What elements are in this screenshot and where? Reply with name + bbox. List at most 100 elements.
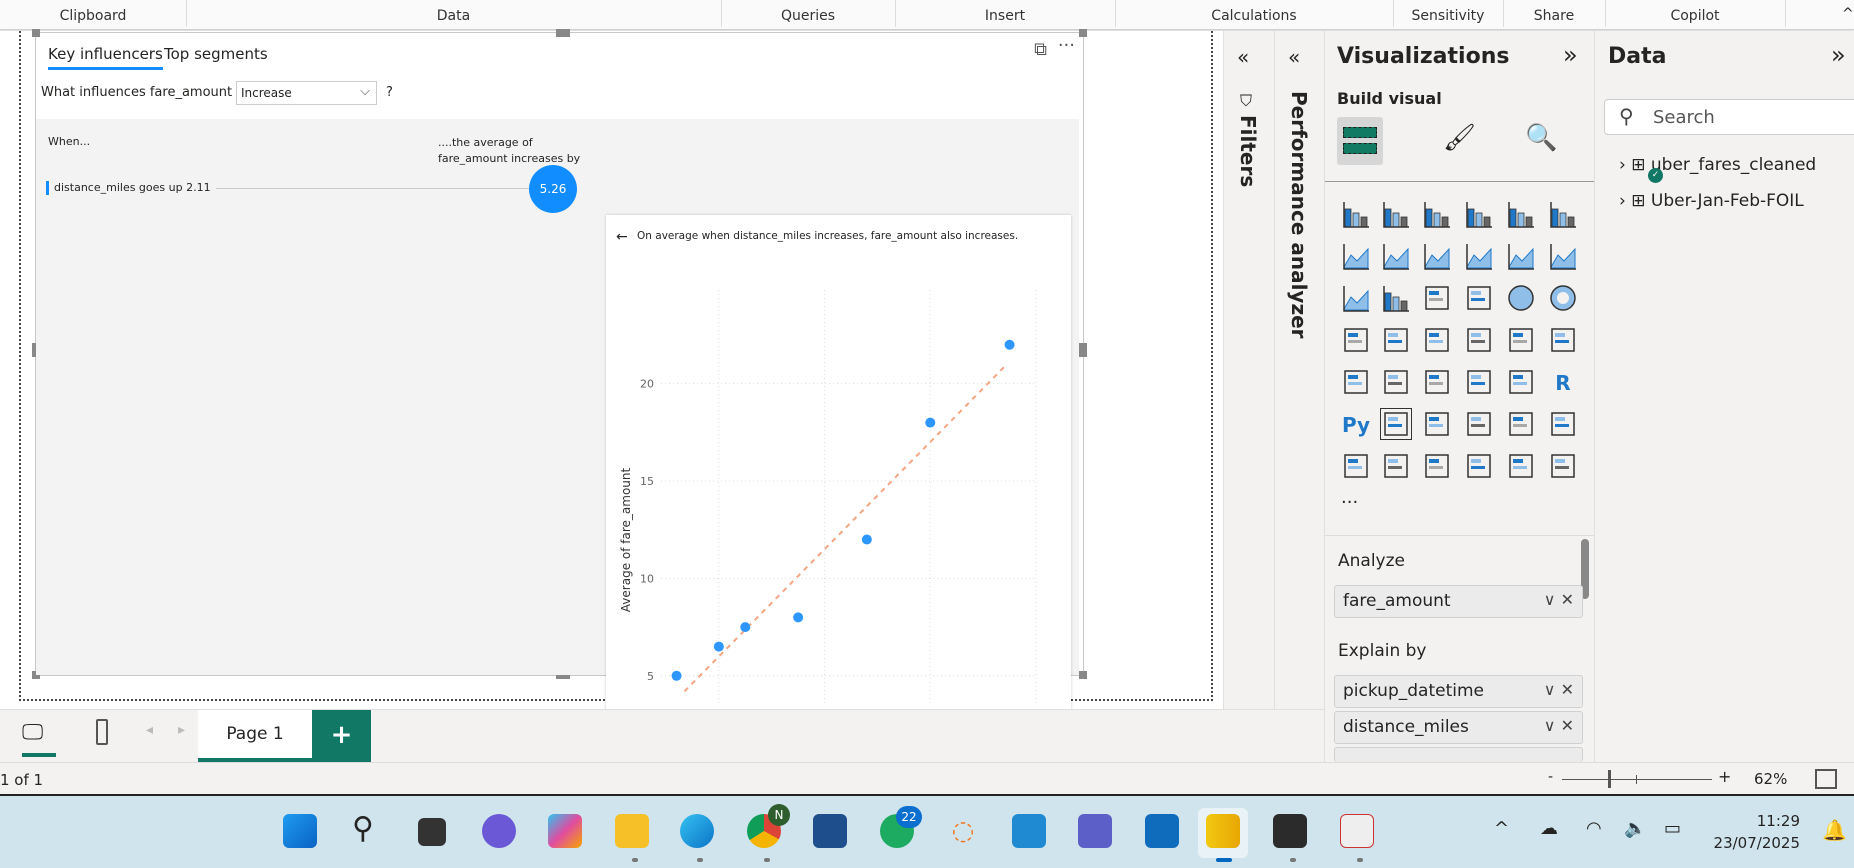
ribbon-group-sensitivity[interactable]: Sensitivity [1393,8,1503,24]
collapse-visualizations-icon[interactable]: » [1563,41,1578,69]
task-view-icon[interactable] [418,818,446,846]
gauge-icon[interactable] [1506,325,1536,355]
zoom-slider[interactable] [1562,779,1712,780]
field-chevron-close-icons[interactable]: ∨ ✕ [1544,680,1574,699]
power-automate-icon[interactable] [1548,451,1578,481]
filters-label[interactable]: Filters [1236,115,1260,187]
100-stacked-area-icon[interactable] [1464,241,1494,271]
jupyter-icon[interactable]: ◌ [946,814,980,848]
donut-icon[interactable] [1548,283,1578,313]
file-explorer-icon[interactable] [615,814,649,848]
key-influencers-icon[interactable] [1380,408,1412,440]
python-visual-icon[interactable]: Py [1341,409,1371,439]
desktop-layout-icon[interactable]: 🖵 [22,720,43,745]
tab-key-influencers[interactable]: Key influencers [48,45,163,70]
table-item[interactable]: › ⊞ Uber-Jan-Feb-FOIL [1619,191,1804,211]
power-apps-slicer-icon[interactable] [1422,451,1452,481]
stacked-column-icon[interactable] [1381,199,1411,229]
microsoft-store-icon[interactable] [813,814,847,848]
clustered-bar-icon[interactable] [1422,199,1452,229]
filters-pane[interactable]: « ⛉ Filters [1223,31,1274,762]
zoom-slider-thumb[interactable] [1607,770,1611,788]
wifi-icon[interactable]: ◠ [1586,818,1602,839]
table-icon[interactable] [1464,367,1494,397]
paginated-report-icon[interactable] [1341,451,1371,481]
copilot-icon[interactable] [548,814,582,848]
influence-direction-dropdown[interactable]: Increase ⌵ [236,81,377,105]
tab-top-segments[interactable]: Top segments [164,45,268,63]
search-icon[interactable]: ⚲ [352,814,386,848]
power-bi-icon[interactable] [1206,814,1240,848]
line-chart-icon[interactable] [1341,241,1371,271]
more-visuals-button[interactable]: ... [1341,487,1358,508]
field-chevron-close-icons[interactable]: ∨ ✕ [1544,590,1574,609]
ribbon-group-insert[interactable]: Insert [895,8,1115,24]
focus-mode-icon[interactable]: ⧉ [1034,39,1047,60]
collapse-data-icon[interactable]: » [1831,41,1846,69]
ribbon-chart-icon[interactable] [1341,283,1371,313]
explain-field-partial[interactable] [1334,747,1583,762]
expand-filters-icon[interactable]: « [1237,45,1249,69]
waterfall-icon[interactable] [1381,283,1411,313]
teams-icon[interactable] [1078,814,1112,848]
power-apps-icon[interactable] [1506,451,1536,481]
format-visual-icon[interactable]: 🖌 [1443,123,1476,153]
explain-field[interactable]: pickup_datetime ∨ ✕ [1334,675,1583,708]
azure-map-icon[interactable] [1464,325,1494,355]
filled-map-icon[interactable] [1422,325,1452,355]
treemap-icon[interactable] [1341,325,1371,355]
slicer-icon[interactable] [1422,367,1452,397]
multi-row-card-icon[interactable] [1341,367,1371,397]
clustered-column-icon[interactable] [1464,199,1494,229]
performance-analyzer-label[interactable]: Performance analyzer [1287,91,1311,339]
teams-meet-icon[interactable] [482,814,516,848]
ribbon-group-calculations[interactable]: Calculations [1115,8,1393,24]
arcgis-map-icon[interactable] [1464,451,1494,481]
ribbon-group-queries[interactable]: Queries [721,8,895,24]
power-apps-card-icon[interactable] [1381,451,1411,481]
clock-date[interactable]: 23/07/2025 [1700,834,1800,852]
influencer-item[interactable]: distance_miles goes up 2.11 [54,181,211,194]
show-hidden-icons[interactable]: ^ [1494,818,1509,839]
100-stacked-column-icon[interactable] [1548,199,1578,229]
fit-to-page-icon[interactable] [1815,769,1837,789]
scroll-left-icon[interactable]: ◂ [146,722,153,738]
field-chevron-close-icons[interactable]: ∨ ✕ [1544,716,1574,735]
map-icon[interactable] [1381,325,1411,355]
ribbon-group-copilot[interactable]: Copilot [1605,8,1785,24]
qa-icon[interactable] [1464,409,1494,439]
pie-icon[interactable] [1506,283,1536,313]
page-tab[interactable]: Page 1 [198,710,312,763]
line-clustered-column-icon[interactable] [1548,241,1578,271]
snipping-tool-icon[interactable] [1340,814,1374,848]
collapse-ribbon-icon[interactable]: ^ [1842,6,1854,22]
matrix-icon[interactable] [1506,367,1536,397]
onedrive-icon[interactable]: ☁ [1540,818,1558,839]
start-icon[interactable] [283,814,317,848]
area-chart-icon[interactable] [1381,241,1411,271]
ribbon-group-clipboard[interactable]: Clipboard [0,8,186,24]
kpi-icon[interactable] [1381,367,1411,397]
100-stacked-bar-icon[interactable] [1506,199,1536,229]
influencer-value-bubble[interactable]: 5.26 [529,165,577,213]
performance-analyzer-pane[interactable]: « Performance analyzer [1274,31,1324,762]
search-input[interactable]: ⚲ Search [1604,99,1854,135]
r-visual-icon[interactable]: R [1548,367,1578,397]
analytics-icon[interactable]: 🔍 [1525,123,1557,153]
vscode-icon[interactable] [1012,814,1046,848]
volume-icon[interactable]: 🔈 [1624,818,1646,839]
mobile-layout-icon[interactable] [96,719,108,745]
battery-icon[interactable]: ▭ [1664,818,1681,839]
line-stacked-column-icon[interactable] [1506,241,1536,271]
add-page-button[interactable]: + [312,710,371,763]
more-options-icon[interactable]: ··· [1058,35,1075,56]
funnel-icon[interactable] [1422,283,1452,313]
build-visual-tab[interactable] [1337,117,1383,165]
scroll-right-icon[interactable]: ▸ [178,722,185,738]
decomposition-tree-icon[interactable] [1422,409,1452,439]
scatter-icon[interactable] [1464,283,1494,313]
outlook-icon[interactable] [1145,814,1179,848]
card-icon[interactable] [1548,325,1578,355]
zoom-in-button[interactable]: + [1718,767,1731,786]
smart-narrative-icon[interactable] [1506,409,1536,439]
